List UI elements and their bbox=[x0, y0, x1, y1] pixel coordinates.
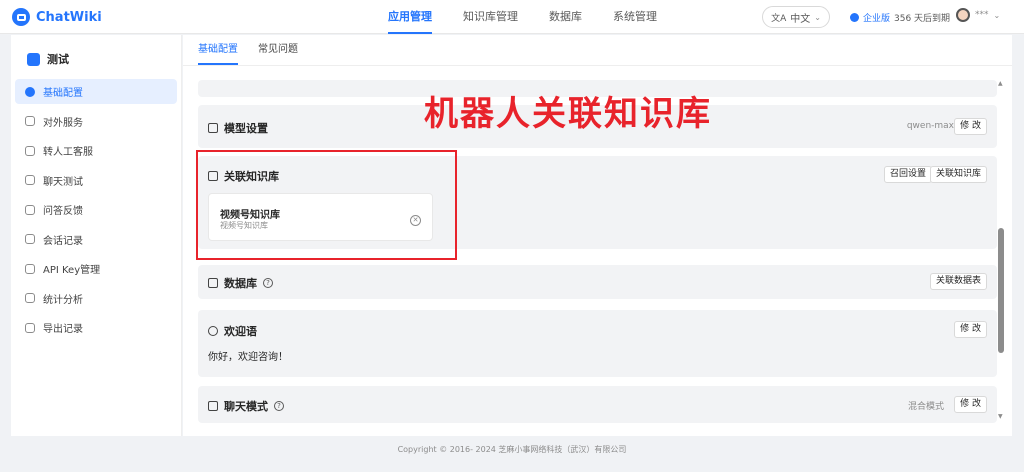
chatwiki-logo-icon bbox=[12, 8, 30, 26]
chat-mode-value: 混合模式 bbox=[907, 402, 944, 412]
chat-mode-title: 聊天模式 bbox=[224, 400, 268, 413]
sidebar-item-export-records[interactable]: 导出记录 bbox=[15, 315, 177, 340]
key-icon bbox=[25, 263, 35, 274]
nav-item-knowledge-management[interactable]: 知识库管理 bbox=[463, 0, 518, 34]
help-icon[interactable]: ? bbox=[274, 401, 284, 411]
language-selector[interactable]: 文A 中文 ⌄ bbox=[762, 6, 830, 28]
database-icon bbox=[208, 278, 218, 288]
tab-faq[interactable]: 常见问题 bbox=[258, 35, 298, 65]
app-logo[interactable]: ChatWiki bbox=[12, 8, 102, 26]
welcome-icon bbox=[208, 326, 218, 336]
section-title: 欢迎语 bbox=[208, 323, 257, 339]
service-icon bbox=[25, 116, 35, 126]
sidebar-item-label: 会话记录 bbox=[43, 235, 83, 247]
sidebar-item-label: 问答反馈 bbox=[43, 206, 83, 217]
scrollbar[interactable]: ▲ ▼ bbox=[998, 80, 1004, 420]
section-database: 数据库 ? 关联数据表 bbox=[198, 265, 997, 299]
nav-item-database[interactable]: 数据库 bbox=[549, 0, 582, 34]
link-data-table-button[interactable]: 关联数据表 bbox=[929, 273, 987, 290]
sidebar-item-label: 聊天测试 bbox=[43, 176, 83, 188]
chat-mode-icon bbox=[208, 401, 218, 411]
main-nav: 应用管理 知识库管理 数据库 系统管理 bbox=[388, 0, 688, 34]
nav-item-app-management[interactable]: 应用管理 bbox=[388, 0, 432, 34]
edition-info: 企业版 356 天后到期 bbox=[850, 11, 950, 24]
sidebar-item-external-service[interactable]: 对外服务 bbox=[15, 109, 177, 134]
export-icon bbox=[25, 322, 35, 333]
sidebar-item-label: 导出记录 bbox=[43, 324, 83, 335]
help-icon[interactable]: ? bbox=[263, 278, 273, 288]
chevron-down-icon: ⌄ bbox=[993, 10, 1001, 20]
highlight-box bbox=[196, 150, 457, 260]
session-icon bbox=[25, 234, 35, 244]
user-menu[interactable]: *** ⌄ bbox=[956, 8, 1000, 22]
model-settings-title: 模型设置 bbox=[224, 122, 268, 135]
sidebar-item-label: API Key管理 bbox=[43, 265, 101, 276]
top-bar: ChatWiki 应用管理 知识库管理 数据库 系统管理 文A 中文 ⌄ 企业版… bbox=[0, 0, 1024, 34]
sidebar: 测试 基础配置 对外服务 转人工客服 聊天测试 问答反馈 会话记录 API Ke… bbox=[11, 35, 182, 436]
expiry-text: 356 天后到期 bbox=[894, 14, 951, 24]
avatar bbox=[956, 8, 970, 22]
sidebar-item-session-records[interactable]: 会话记录 bbox=[15, 227, 177, 252]
tab-basic-config[interactable]: 基础配置 bbox=[198, 35, 238, 65]
sidebar-item-label: 统计分析 bbox=[43, 294, 83, 306]
robot-name: 测试 bbox=[47, 53, 69, 66]
nav-item-system-management[interactable]: 系统管理 bbox=[613, 0, 657, 34]
annotation-text: 机器人关联知识库 bbox=[424, 94, 712, 134]
scroll-up-icon[interactable]: ▲ bbox=[998, 80, 1003, 87]
translate-icon: 文A bbox=[771, 13, 787, 24]
gear-icon bbox=[25, 86, 35, 97]
recall-settings-button[interactable]: 召回设置 bbox=[883, 166, 932, 183]
edition-label: 企业版 bbox=[863, 14, 891, 24]
scroll-down-icon[interactable]: ▼ bbox=[998, 413, 1003, 420]
footer-copyright: Copyright © 2016- 2024 芝麻小事网络科技（武汉）有限公司 bbox=[397, 445, 627, 454]
sidebar-item-chat-test[interactable]: 聊天测试 bbox=[15, 168, 177, 193]
section-chat-mode: 聊天模式 ? 混合模式 修 改 bbox=[198, 386, 997, 423]
link-knowledge-base-button[interactable]: 关联知识库 bbox=[929, 166, 987, 183]
chevron-down-icon: ⌄ bbox=[814, 12, 821, 22]
app-name: ChatWiki bbox=[36, 9, 102, 25]
feedback-icon bbox=[25, 204, 35, 215]
sidebar-menu: 基础配置 对外服务 转人工客服 聊天测试 问答反馈 会话记录 API Key管理 bbox=[11, 79, 181, 340]
welcome-text: 你好，欢迎咨询！ bbox=[208, 352, 288, 363]
section-title: 聊天模式 ? bbox=[208, 398, 284, 414]
tabs-divider bbox=[183, 65, 1012, 66]
model-value: qwen-max bbox=[906, 121, 954, 131]
sidebar-item-feedback[interactable]: 问答反馈 bbox=[15, 197, 177, 222]
robot-icon bbox=[27, 52, 40, 66]
section-title: 数据库 ? bbox=[208, 275, 273, 291]
robot-header: 测试 bbox=[27, 51, 181, 67]
chat-test-icon bbox=[25, 175, 35, 185]
scrollbar-thumb[interactable] bbox=[998, 228, 1004, 353]
sidebar-item-label: 对外服务 bbox=[43, 117, 83, 129]
sidebar-item-basic-config[interactable]: 基础配置 bbox=[15, 79, 177, 104]
sidebar-item-human-agent[interactable]: 转人工客服 bbox=[15, 138, 177, 163]
stats-icon bbox=[25, 293, 35, 303]
config-tabs: 基础配置 常见问题 bbox=[198, 35, 298, 65]
model-icon bbox=[208, 123, 218, 133]
agent-icon bbox=[25, 145, 35, 156]
welcome-title: 欢迎语 bbox=[224, 325, 257, 338]
edit-model-button[interactable]: 修 改 bbox=[954, 118, 987, 135]
sidebar-item-label: 转人工客服 bbox=[43, 147, 93, 158]
sidebar-item-label: 基础配置 bbox=[43, 88, 83, 99]
language-label: 中文 bbox=[790, 13, 811, 25]
edit-welcome-button[interactable]: 修 改 bbox=[954, 321, 987, 338]
edit-chat-mode-button[interactable]: 修 改 bbox=[954, 396, 987, 413]
sidebar-item-api-key[interactable]: API Key管理 bbox=[15, 256, 177, 281]
username: *** bbox=[975, 10, 989, 20]
database-title: 数据库 bbox=[224, 277, 257, 290]
section-welcome: 欢迎语 修 改 你好，欢迎咨询！ bbox=[198, 310, 997, 377]
sidebar-item-statistics[interactable]: 统计分析 bbox=[15, 286, 177, 311]
edition-icon bbox=[850, 13, 859, 22]
section-title: 模型设置 bbox=[208, 120, 268, 136]
